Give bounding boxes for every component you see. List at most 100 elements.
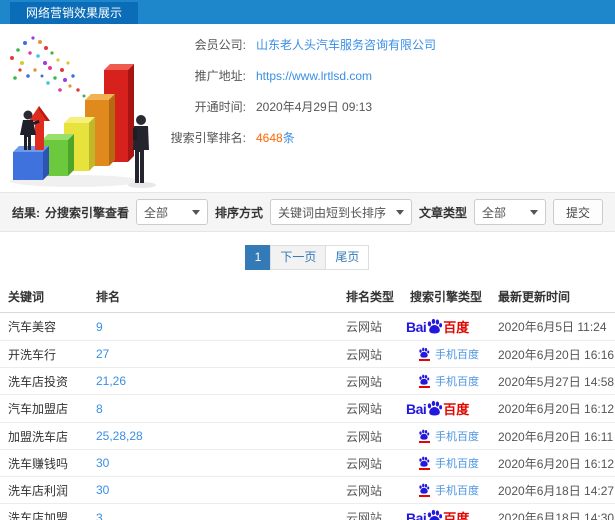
rank-cell: 8	[88, 394, 338, 423]
header-rank: 排名	[88, 282, 338, 313]
keyword-cell: 洗车店投资	[0, 367, 88, 395]
table-row: 开洗车行 27 云网站 手机百度 2020年6月20日 16:16	[0, 340, 615, 368]
baidu-mobile-logo: 手机百度	[418, 455, 479, 471]
open-time-value: 2020年4月29日 09:13	[256, 100, 373, 114]
page-1-button[interactable]: 1	[244, 245, 272, 270]
engine-type-cell: Bai 百度	[402, 394, 490, 423]
rank-link[interactable]: 9	[96, 320, 103, 334]
article-type-value: 全部	[481, 205, 506, 220]
updated-cell: 2020年6月20日 16:12	[490, 449, 615, 477]
rank-cell: 30	[88, 449, 338, 477]
baidu-mobile-logo: 手机百度	[418, 482, 479, 498]
keyword-cell: 加盟洗车店	[0, 422, 88, 450]
keyword-cell: 汽车美容	[0, 312, 88, 341]
baidu-mobile-logo: 手机百度	[418, 373, 479, 389]
result-label: 结果:	[12, 205, 40, 220]
rank-type-cell: 云网站	[338, 367, 402, 395]
keyword-cell: 汽车加盟店	[0, 394, 88, 423]
filter-bar: 结果: 分搜索引擎查看 全部 排序方式 关键词由短到长排序 文章类型 全部 提交	[0, 192, 615, 232]
rank-type-cell: 云网站	[338, 449, 402, 477]
rank-type-cell: 云网站	[338, 340, 402, 368]
updated-cell: 2020年6月5日 11:24	[490, 312, 615, 341]
sort-value: 关键词由短到长排序	[277, 205, 386, 220]
rank-cell: 3	[88, 503, 338, 520]
engine-rank-label: 搜索引擎排名:	[170, 131, 246, 145]
filter-controls: 分搜索引擎查看 全部 排序方式 关键词由短到长排序 文章类型 全部 提交	[45, 199, 603, 225]
baidu-paw-icon	[428, 509, 443, 520]
company-label: 会员公司:	[194, 38, 246, 52]
keyword-rank-table: 关键词 排名 排名类型 搜索引擎类型 最新更新时间 汽车美容 9 云网站 Bai 百…	[0, 282, 615, 520]
keyword-cell: 洗车店加盟	[0, 503, 88, 520]
chevron-down-icon	[191, 209, 200, 215]
table-header-row: 关键词 排名 排名类型 搜索引擎类型 最新更新时间	[0, 282, 615, 313]
baidu-paw-icon	[419, 347, 430, 358]
rank-link[interactable]: 25,28,28	[96, 429, 143, 443]
rank-link[interactable]: 30	[96, 483, 109, 497]
engine-type-cell: 手机百度	[402, 367, 490, 395]
table-row: 洗车店利润 30 云网站 手机百度 2020年6月18日 14:27	[0, 476, 615, 504]
table-row: 汽车加盟店 8 云网站 Bai 百度 2020年6月20日 16:12	[0, 394, 615, 423]
updated-cell: 2020年6月20日 16:12	[490, 394, 615, 423]
engine-filter-select[interactable]: 全部	[135, 199, 208, 225]
pagination: 1 下一页 尾页	[0, 245, 615, 270]
baidu-paw-icon	[419, 456, 430, 467]
table-body: 汽车美容 9 云网站 Bai 百度 2020年6月5日 11:24 开洗车行 27 云网站 …	[0, 312, 615, 520]
bar-blue	[13, 146, 49, 180]
rank-link[interactable]: 3	[96, 511, 103, 520]
submit-button[interactable]: 提交	[552, 199, 603, 225]
promo-url-link[interactable]: https://www.lrtlsd.com	[256, 69, 372, 83]
table-row: 加盟洗车店 25,28,28 云网站 手机百度 2020年6月20日 16:11	[0, 422, 615, 450]
keyword-cell: 洗车赚钱吗	[0, 449, 88, 477]
confetti-dots	[10, 36, 86, 98]
rank-count: 4648	[256, 131, 283, 145]
table-row: 洗车店投资 21,26 云网站 手机百度 2020年5月27日 14:58	[0, 367, 615, 395]
rank-type-cell: 云网站	[338, 312, 402, 341]
rank-cell: 9	[88, 312, 338, 341]
rank-type-cell: 云网站	[338, 394, 402, 423]
updated-cell: 2020年6月18日 14:27	[490, 476, 615, 504]
open-time-label: 开通时间:	[194, 100, 246, 114]
engine-type-cell: 手机百度	[402, 340, 490, 368]
rank-link[interactable]: 21,26	[96, 374, 126, 388]
open-time-row: 开通时间: 2020年4月29日 09:13	[150, 98, 615, 115]
member-info-panel: 会员公司: 山东老人头汽车服务咨询有限公司 推广地址: https://www.…	[150, 36, 615, 160]
rank-link[interactable]: 27	[96, 347, 109, 361]
baidu-pc-logo: Bai 百度	[406, 400, 470, 417]
baidu-mobile-logo: 手机百度	[418, 346, 479, 362]
rank-cell: 27	[88, 340, 338, 368]
engine-type-cell: 手机百度	[402, 422, 490, 450]
engine-rank-row: 搜索引擎排名: 4648条	[150, 129, 615, 146]
updated-cell: 2020年5月27日 14:58	[490, 367, 615, 395]
engine-filter-label: 分搜索引擎查看	[44, 205, 129, 220]
baidu-paw-icon	[428, 400, 443, 415]
engine-type-cell: Bai 百度	[402, 312, 490, 341]
article-type-select[interactable]: 全部	[473, 199, 546, 225]
baidu-mobile-logo: 手机百度	[418, 428, 479, 444]
rank-link[interactable]: 8	[96, 402, 103, 416]
engine-rank-value: 4648条	[256, 129, 295, 146]
sort-select[interactable]: 关键词由短到长排序	[269, 199, 412, 225]
page-title-tab[interactable]: 网络营销效果展示	[10, 2, 139, 24]
engine-filter-value: 全部	[143, 205, 168, 220]
table-row: 汽车美容 9 云网站 Bai 百度 2020年6月5日 11:24	[0, 312, 615, 341]
baidu-paw-icon	[428, 318, 443, 333]
bar-chart-growth-illustration	[10, 36, 156, 188]
top-header-bar: 网络营销效果展示	[0, 0, 615, 24]
sort-label: 排序方式	[214, 205, 263, 220]
last-page-button[interactable]: 尾页	[325, 245, 370, 270]
rank-type-cell: 云网站	[338, 476, 402, 504]
rank-type-cell: 云网站	[338, 422, 402, 450]
table-row: 洗车赚钱吗 30 云网站 手机百度 2020年6月20日 16:12	[0, 449, 615, 477]
promo-url-row: 推广地址: https://www.lrtlsd.com	[150, 67, 615, 84]
baidu-pc-logo: Bai 百度	[406, 318, 470, 335]
chevron-down-icon	[395, 209, 404, 215]
next-page-button[interactable]: 下一页	[270, 245, 327, 270]
company-link[interactable]: 山东老人头汽车服务咨询有限公司	[256, 36, 436, 53]
rank-type-cell: 云网站	[338, 503, 402, 520]
table-row: 洗车店加盟 3 云网站 Bai 百度 2020年6月18日 14:30	[0, 503, 615, 520]
rank-unit: 条	[282, 131, 295, 145]
updated-cell: 2020年6月18日 14:30	[490, 503, 615, 520]
rank-link[interactable]: 30	[96, 456, 109, 470]
header-engine-type: 搜索引擎类型	[402, 282, 490, 313]
chevron-down-icon	[529, 209, 538, 215]
